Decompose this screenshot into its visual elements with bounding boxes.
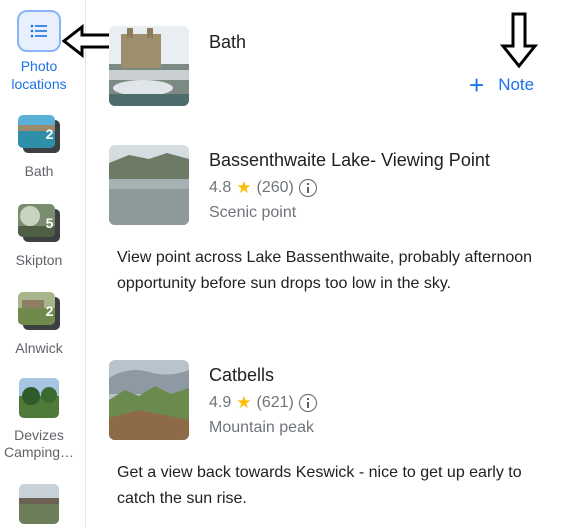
review-count: (621) — [256, 394, 294, 411]
place-name[interactable]: Catbells — [209, 365, 274, 386]
place-photo — [109, 145, 189, 225]
review-count: (260) — [256, 179, 294, 196]
sidebar-item-devizes-camping[interactable]: Devizes Camping… — [0, 378, 78, 461]
sidebar-item-skipton[interactable]: 5 Skipton — [0, 204, 78, 269]
place-note[interactable]: View point across Lake Bassenthwaite, pr… — [117, 245, 537, 297]
list-thumbnail — [19, 484, 59, 524]
sidebar-item-partial[interactable] — [0, 484, 78, 524]
down-arrow-annotation-icon — [500, 12, 538, 68]
place-card[interactable]: Catbells 4.9 ★ (621) Mountain peak — [109, 360, 549, 450]
rating-value: 4.9 — [209, 394, 232, 411]
add-note-button[interactable]: + Note — [469, 70, 535, 100]
sidebar-item-label: Alnwick — [15, 340, 63, 356]
place-rating: 4.8 ★ (260) — [209, 178, 317, 198]
info-icon[interactable] — [298, 179, 317, 197]
sidebar: Photo locations 2 Bath 5 Skipton 2 Alnwi… — [0, 0, 86, 527]
sidebar-item-bath[interactable]: 2 Bath — [0, 115, 78, 180]
info-icon[interactable] — [298, 394, 317, 412]
list-photo — [19, 378, 59, 418]
sidebar-item-alnwick[interactable]: 2 Alnwick — [0, 292, 78, 357]
count-badge: 2 — [45, 303, 54, 319]
photo-locations-label: Photo locations — [11, 58, 67, 92]
place-rating: 4.9 ★ (621) — [209, 393, 317, 413]
sidebar-item-label: Devizes Camping… — [3, 427, 75, 460]
list-title: Bath — [209, 32, 247, 52]
place-photo — [109, 360, 189, 440]
photo-locations-toggle[interactable] — [17, 10, 61, 52]
count-badge: 5 — [45, 215, 54, 231]
sidebar-item-label: Skipton — [15, 252, 63, 268]
rating-value: 4.8 — [209, 179, 232, 196]
list-photo — [19, 484, 59, 524]
list-thumbnail — [19, 378, 59, 418]
star-icon: ★ — [236, 393, 252, 412]
star-icon: ★ — [236, 178, 252, 197]
list-thumbnail: 2 — [18, 292, 60, 330]
list-icon — [30, 24, 47, 38]
main-content: Bath + Note Bassenthwaite Lake- Viewing … — [87, 0, 574, 527]
list-thumbnail: 2 — [18, 115, 60, 153]
add-note-label: Note — [498, 75, 535, 94]
place-category: Mountain peak — [209, 419, 314, 436]
count-badge: 2 — [45, 126, 54, 142]
place-category: Scenic point — [209, 204, 297, 221]
place-card[interactable]: Bassenthwaite Lake- Viewing Point 4.8 ★ … — [109, 145, 549, 235]
sidebar-item-label: Bath — [24, 163, 54, 179]
list-thumbnail: 5 — [18, 204, 60, 242]
place-name[interactable]: Bassenthwaite Lake- Viewing Point — [209, 150, 490, 171]
place-note[interactable]: Get a view back towards Keswick - nice t… — [117, 460, 537, 512]
bath-photo — [109, 26, 189, 106]
plus-icon: + — [469, 70, 485, 100]
